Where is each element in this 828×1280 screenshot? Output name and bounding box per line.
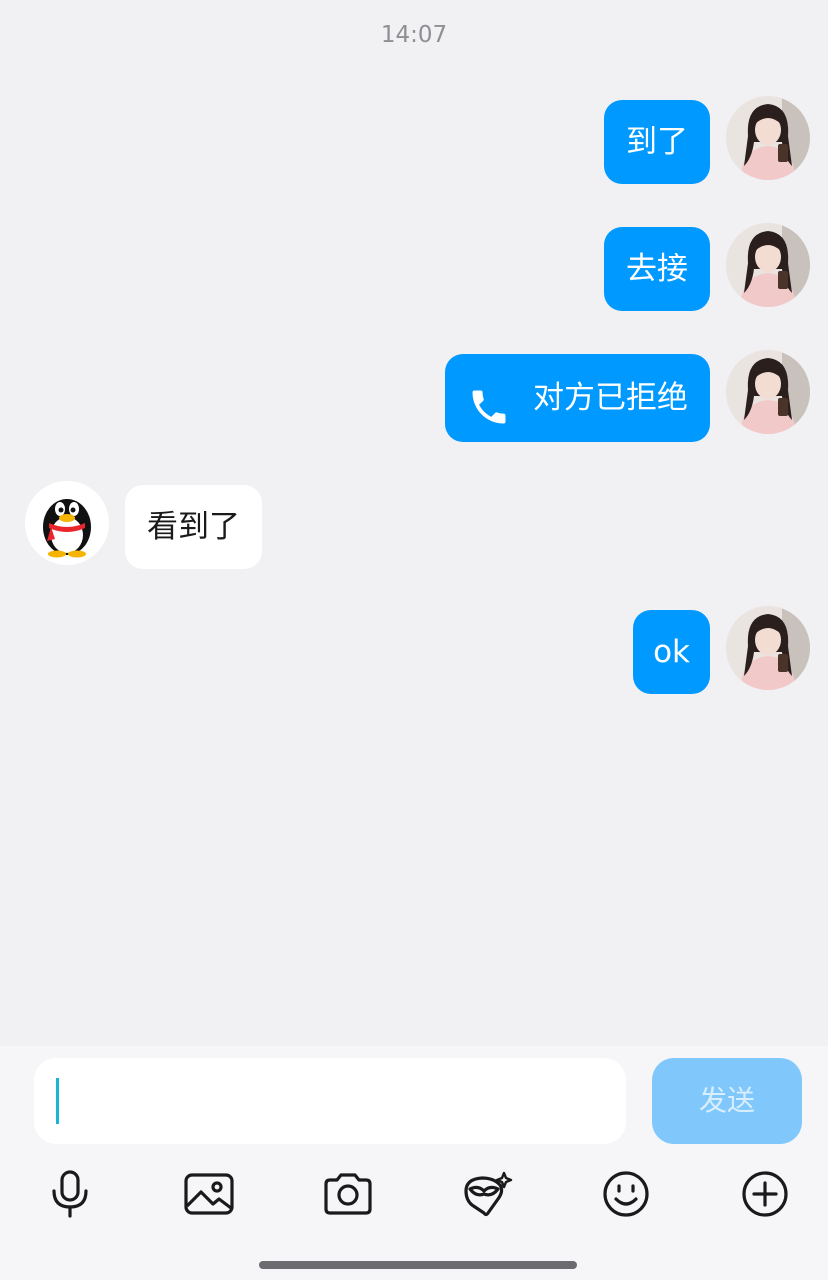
message-bubble-outgoing[interactable]: ok xyxy=(633,610,710,694)
message-text: 去接 xyxy=(626,251,688,287)
text-caret xyxy=(56,1078,59,1124)
camera-icon[interactable] xyxy=(320,1166,376,1222)
contact-avatar-penguin[interactable] xyxy=(25,481,109,565)
input-toolbar xyxy=(0,1166,828,1222)
chat-screen: 14:07 到了 去接 对方已拒绝 看到了 ok 发送 xyxy=(0,0,828,1280)
call-message-bubble[interactable]: 对方已拒绝 xyxy=(445,354,710,442)
microphone-icon[interactable] xyxy=(42,1166,98,1222)
message-text: 到了 xyxy=(626,124,688,160)
face-mask-icon[interactable] xyxy=(459,1166,515,1222)
input-panel: 发送 xyxy=(0,1046,828,1280)
home-indicator[interactable] xyxy=(259,1261,577,1269)
message-input[interactable] xyxy=(34,1058,626,1144)
send-button[interactable]: 发送 xyxy=(652,1058,802,1144)
image-icon[interactable] xyxy=(181,1166,237,1222)
message-text: ok xyxy=(653,634,690,670)
user-avatar[interactable] xyxy=(726,606,810,690)
message-timestamp: 14:07 xyxy=(380,22,448,48)
user-avatar[interactable] xyxy=(726,96,810,180)
message-text: 看到了 xyxy=(147,509,240,545)
message-bubble-incoming[interactable]: 看到了 xyxy=(125,485,262,569)
user-avatar[interactable] xyxy=(726,350,810,434)
message-bubble-outgoing[interactable]: 去接 xyxy=(604,227,710,311)
message-bubble-outgoing[interactable]: 到了 xyxy=(604,100,710,184)
phone-icon xyxy=(467,375,511,423)
user-avatar[interactable] xyxy=(726,223,810,307)
emoji-icon[interactable] xyxy=(598,1166,654,1222)
plus-icon[interactable] xyxy=(737,1166,793,1222)
message-text: 对方已拒绝 xyxy=(533,380,688,416)
